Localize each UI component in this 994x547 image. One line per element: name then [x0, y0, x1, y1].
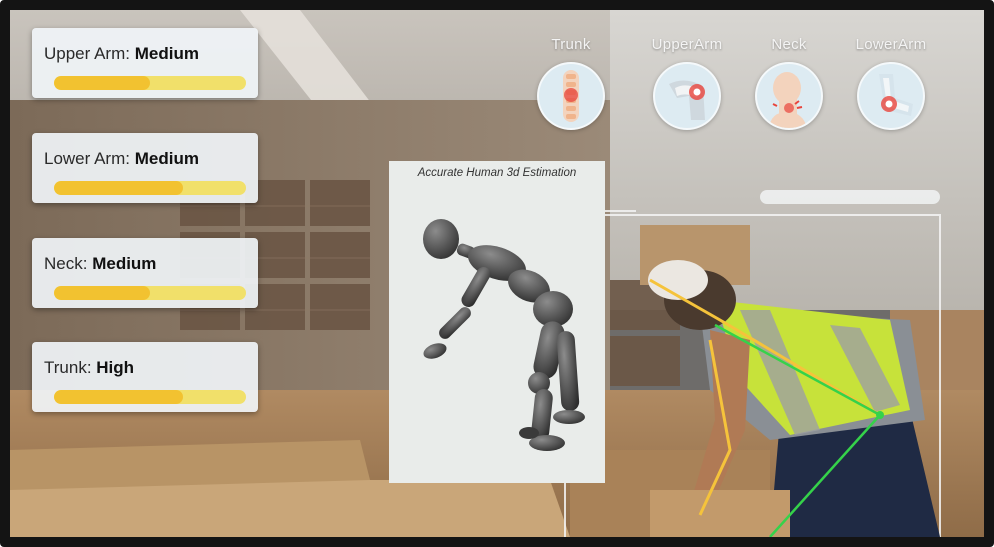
rating-bar [54, 390, 246, 404]
neck-icon [755, 62, 823, 130]
body-part-upper-arm: UpperArm [637, 36, 737, 130]
body-part-label: LowerArm [855, 36, 927, 53]
rating-card-trunk: Trunk: High [32, 342, 258, 412]
elbow-icon [857, 62, 925, 130]
rating-card-neck: Neck: Medium [32, 238, 258, 308]
rating-label: Upper Arm: Medium [44, 44, 199, 63]
estimation-panel: Accurate Human 3d Estimation [389, 161, 605, 483]
rating-card-lower-arm: Lower Arm: Medium [32, 133, 258, 203]
rating-label: Neck: Medium [44, 254, 157, 273]
rating-level: Medium [134, 44, 199, 63]
rating-level: Medium [134, 149, 199, 168]
rating-bar-fill [54, 76, 150, 90]
mannequin-3d-figure [423, 219, 585, 451]
body-part-label: UpperArm [651, 36, 723, 53]
rating-bar [54, 181, 246, 195]
shoulder-icon [653, 62, 721, 130]
rating-level: High [96, 358, 135, 377]
rating-bar-fill [54, 390, 183, 404]
rating-card-upper-arm: Upper Arm: Medium [32, 28, 258, 98]
rating-bar [54, 286, 246, 300]
rating-label: Lower Arm: Medium [44, 149, 199, 168]
rating-bar [54, 76, 246, 90]
body-part-trunk: Trunk [521, 36, 621, 130]
video-frame: Upper Arm: Medium Lower Arm: Medium Neck… [0, 0, 994, 547]
body-part-label: Trunk [551, 36, 591, 53]
rating-level: Medium [92, 254, 157, 273]
body-part-label: Neck [771, 36, 807, 53]
rating-bar-fill [54, 286, 150, 300]
rating-bar-fill [54, 181, 183, 195]
body-part-lower-arm: LowerArm [841, 36, 941, 130]
body-part-neck: Neck [739, 36, 839, 130]
spine-icon [537, 62, 605, 130]
rating-label: Trunk: High [44, 358, 135, 377]
